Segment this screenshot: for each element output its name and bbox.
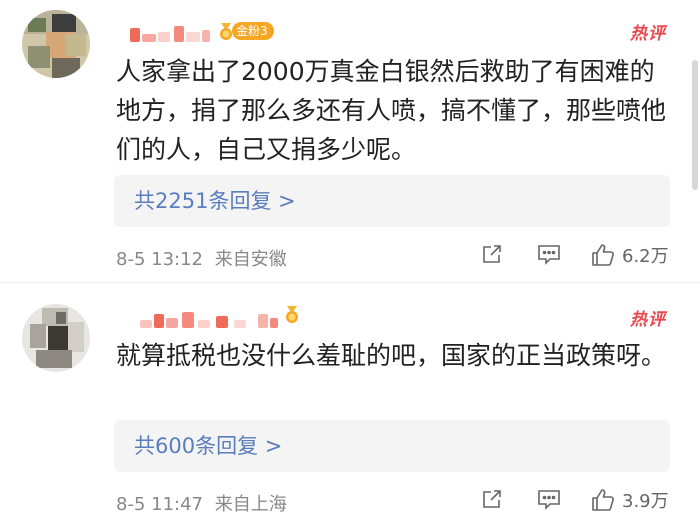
share-button[interactable] — [480, 242, 504, 266]
comment-location: 来自安徽 — [214, 249, 287, 270]
comment-2: 热评 就算抵税也没什么羞耻的吧，国家的正当政策呀。 共600条回复 > 8-5 … — [0, 282, 700, 530]
comment-meta: 8-5 11:47 来自上海 — [116, 490, 287, 516]
comment-text: 就算抵税也没什么羞耻的吧，国家的正当政策呀。 — [116, 341, 667, 370]
avatar[interactable] — [22, 304, 90, 372]
like-icon — [592, 244, 614, 266]
scrollbar[interactable] — [692, 60, 698, 190]
view-replies-button[interactable]: 共2251条回复 > — [114, 175, 670, 227]
medal-icon — [286, 306, 298, 323]
share-button[interactable] — [480, 487, 504, 511]
badge-label: 金粉3 — [232, 22, 274, 40]
comment-text: 人家拿出了2000万真金白银然后救助了有困难的地方，捐了那么多还有人喷，搞不懂了… — [116, 57, 667, 164]
view-replies-button[interactable]: 共600条回复 > — [114, 420, 670, 472]
comment-location: 来自上海 — [214, 494, 287, 515]
share-icon — [483, 245, 501, 263]
comment-1: 金粉3 热评 人家拿出了2000万真金白银然后救助了有困难的地方，捐了那么多还有… — [0, 0, 700, 282]
comment-meta: 8-5 13:12 来自安徽 — [116, 245, 287, 271]
like-count: 3.9万 — [622, 491, 669, 512]
fan-badge[interactable] — [282, 304, 302, 324]
share-icon — [483, 490, 501, 508]
fan-badge[interactable]: 金粉3 — [216, 21, 274, 41]
like-count: 6.2万 — [622, 246, 669, 267]
like-button[interactable]: 6.2万 — [590, 242, 669, 268]
avatar[interactable] — [22, 10, 90, 78]
hot-comment-label: 热评 — [630, 24, 666, 44]
comment-icon — [538, 490, 560, 510]
reply-button[interactable] — [536, 242, 562, 266]
hot-comment-label: 热评 — [630, 310, 666, 330]
like-button[interactable]: 3.9万 — [590, 487, 669, 513]
comment-datetime: 8-5 13:12 — [116, 249, 203, 270]
like-icon — [592, 489, 614, 511]
reply-button[interactable] — [536, 487, 562, 511]
comment-icon — [538, 245, 560, 265]
comment-datetime: 8-5 11:47 — [116, 494, 203, 515]
